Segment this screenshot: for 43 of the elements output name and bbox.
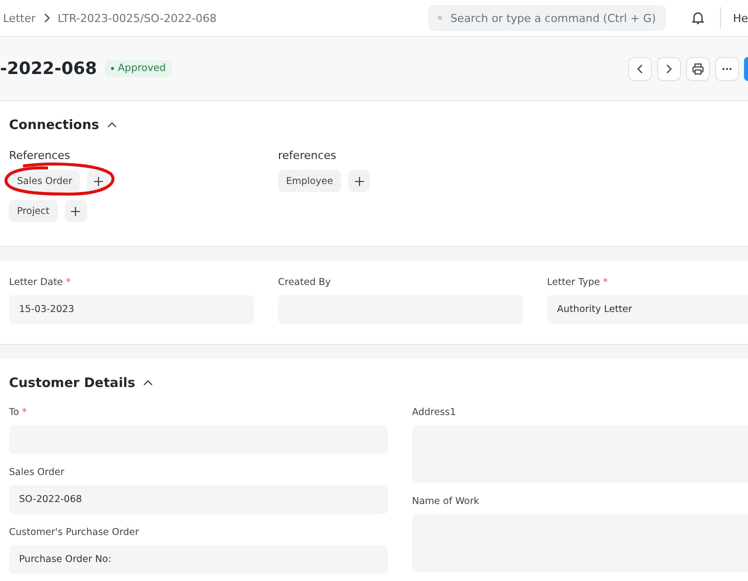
- search-field[interactable]: Search or type a command (Ctrl + G): [428, 5, 666, 31]
- input-field[interactable]: Authority Letter: [547, 295, 748, 324]
- printer-icon: [692, 62, 704, 74]
- field-label: Customer's Purchase Order: [9, 527, 140, 538]
- caret-icon[interactable]: [143, 378, 154, 388]
- bell-icon[interactable]: [690, 10, 706, 26]
- chevron-icon: [42, 13, 52, 23]
- group-heading: References: [9, 149, 72, 162]
- user-menu[interactable]: He: [732, 12, 748, 24]
- input-field[interactable]: Purchase Order No:: [9, 545, 388, 574]
- chevron-left-icon: [635, 64, 645, 74]
- caret-icon[interactable]: [107, 120, 118, 130]
- breadcrumb-link[interactable]: LTR-2023-0025/SO-2022-068: [58, 12, 217, 24]
- page-title: -2022-068: [0, 58, 97, 78]
- field-label: Letter Date *: [9, 277, 72, 288]
- field-label: Created By: [278, 277, 332, 288]
- ellipsis-icon: [722, 66, 732, 70]
- field-label: Name of Work: [412, 496, 480, 507]
- status-badge: Approved: [104, 60, 172, 77]
- print-button[interactable]: [686, 56, 710, 80]
- next-button[interactable]: [657, 56, 681, 80]
- field-label: Sales Order: [9, 467, 66, 478]
- chevron-right-icon: [664, 64, 674, 74]
- input-field[interactable]: SO-2022-068: [9, 485, 388, 514]
- plus-icon: [94, 176, 103, 186]
- previous-button[interactable]: [628, 56, 652, 80]
- more-button[interactable]: [715, 56, 739, 80]
- breadcrumb-link[interactable]: Letter: [3, 12, 36, 24]
- input-field[interactable]: 15-03-2023: [9, 295, 254, 324]
- plus-icon: [71, 206, 80, 216]
- link-chip[interactable]: Employee: [278, 170, 342, 192]
- section-title: Customer Details: [9, 376, 136, 390]
- group-heading: references: [278, 149, 338, 162]
- field-label: To *: [9, 407, 28, 418]
- primary-button[interactable]: [744, 56, 748, 80]
- field-label: Address1: [412, 407, 457, 418]
- add-button[interactable]: [348, 170, 370, 192]
- link-chip[interactable]: Project: [9, 200, 58, 222]
- add-button[interactable]: [64, 200, 87, 222]
- field-label: Letter Type *: [547, 277, 609, 288]
- link-chip[interactable]: Sales Order: [9, 170, 80, 192]
- plus-icon: [354, 176, 364, 186]
- section-title: Connections: [9, 118, 100, 132]
